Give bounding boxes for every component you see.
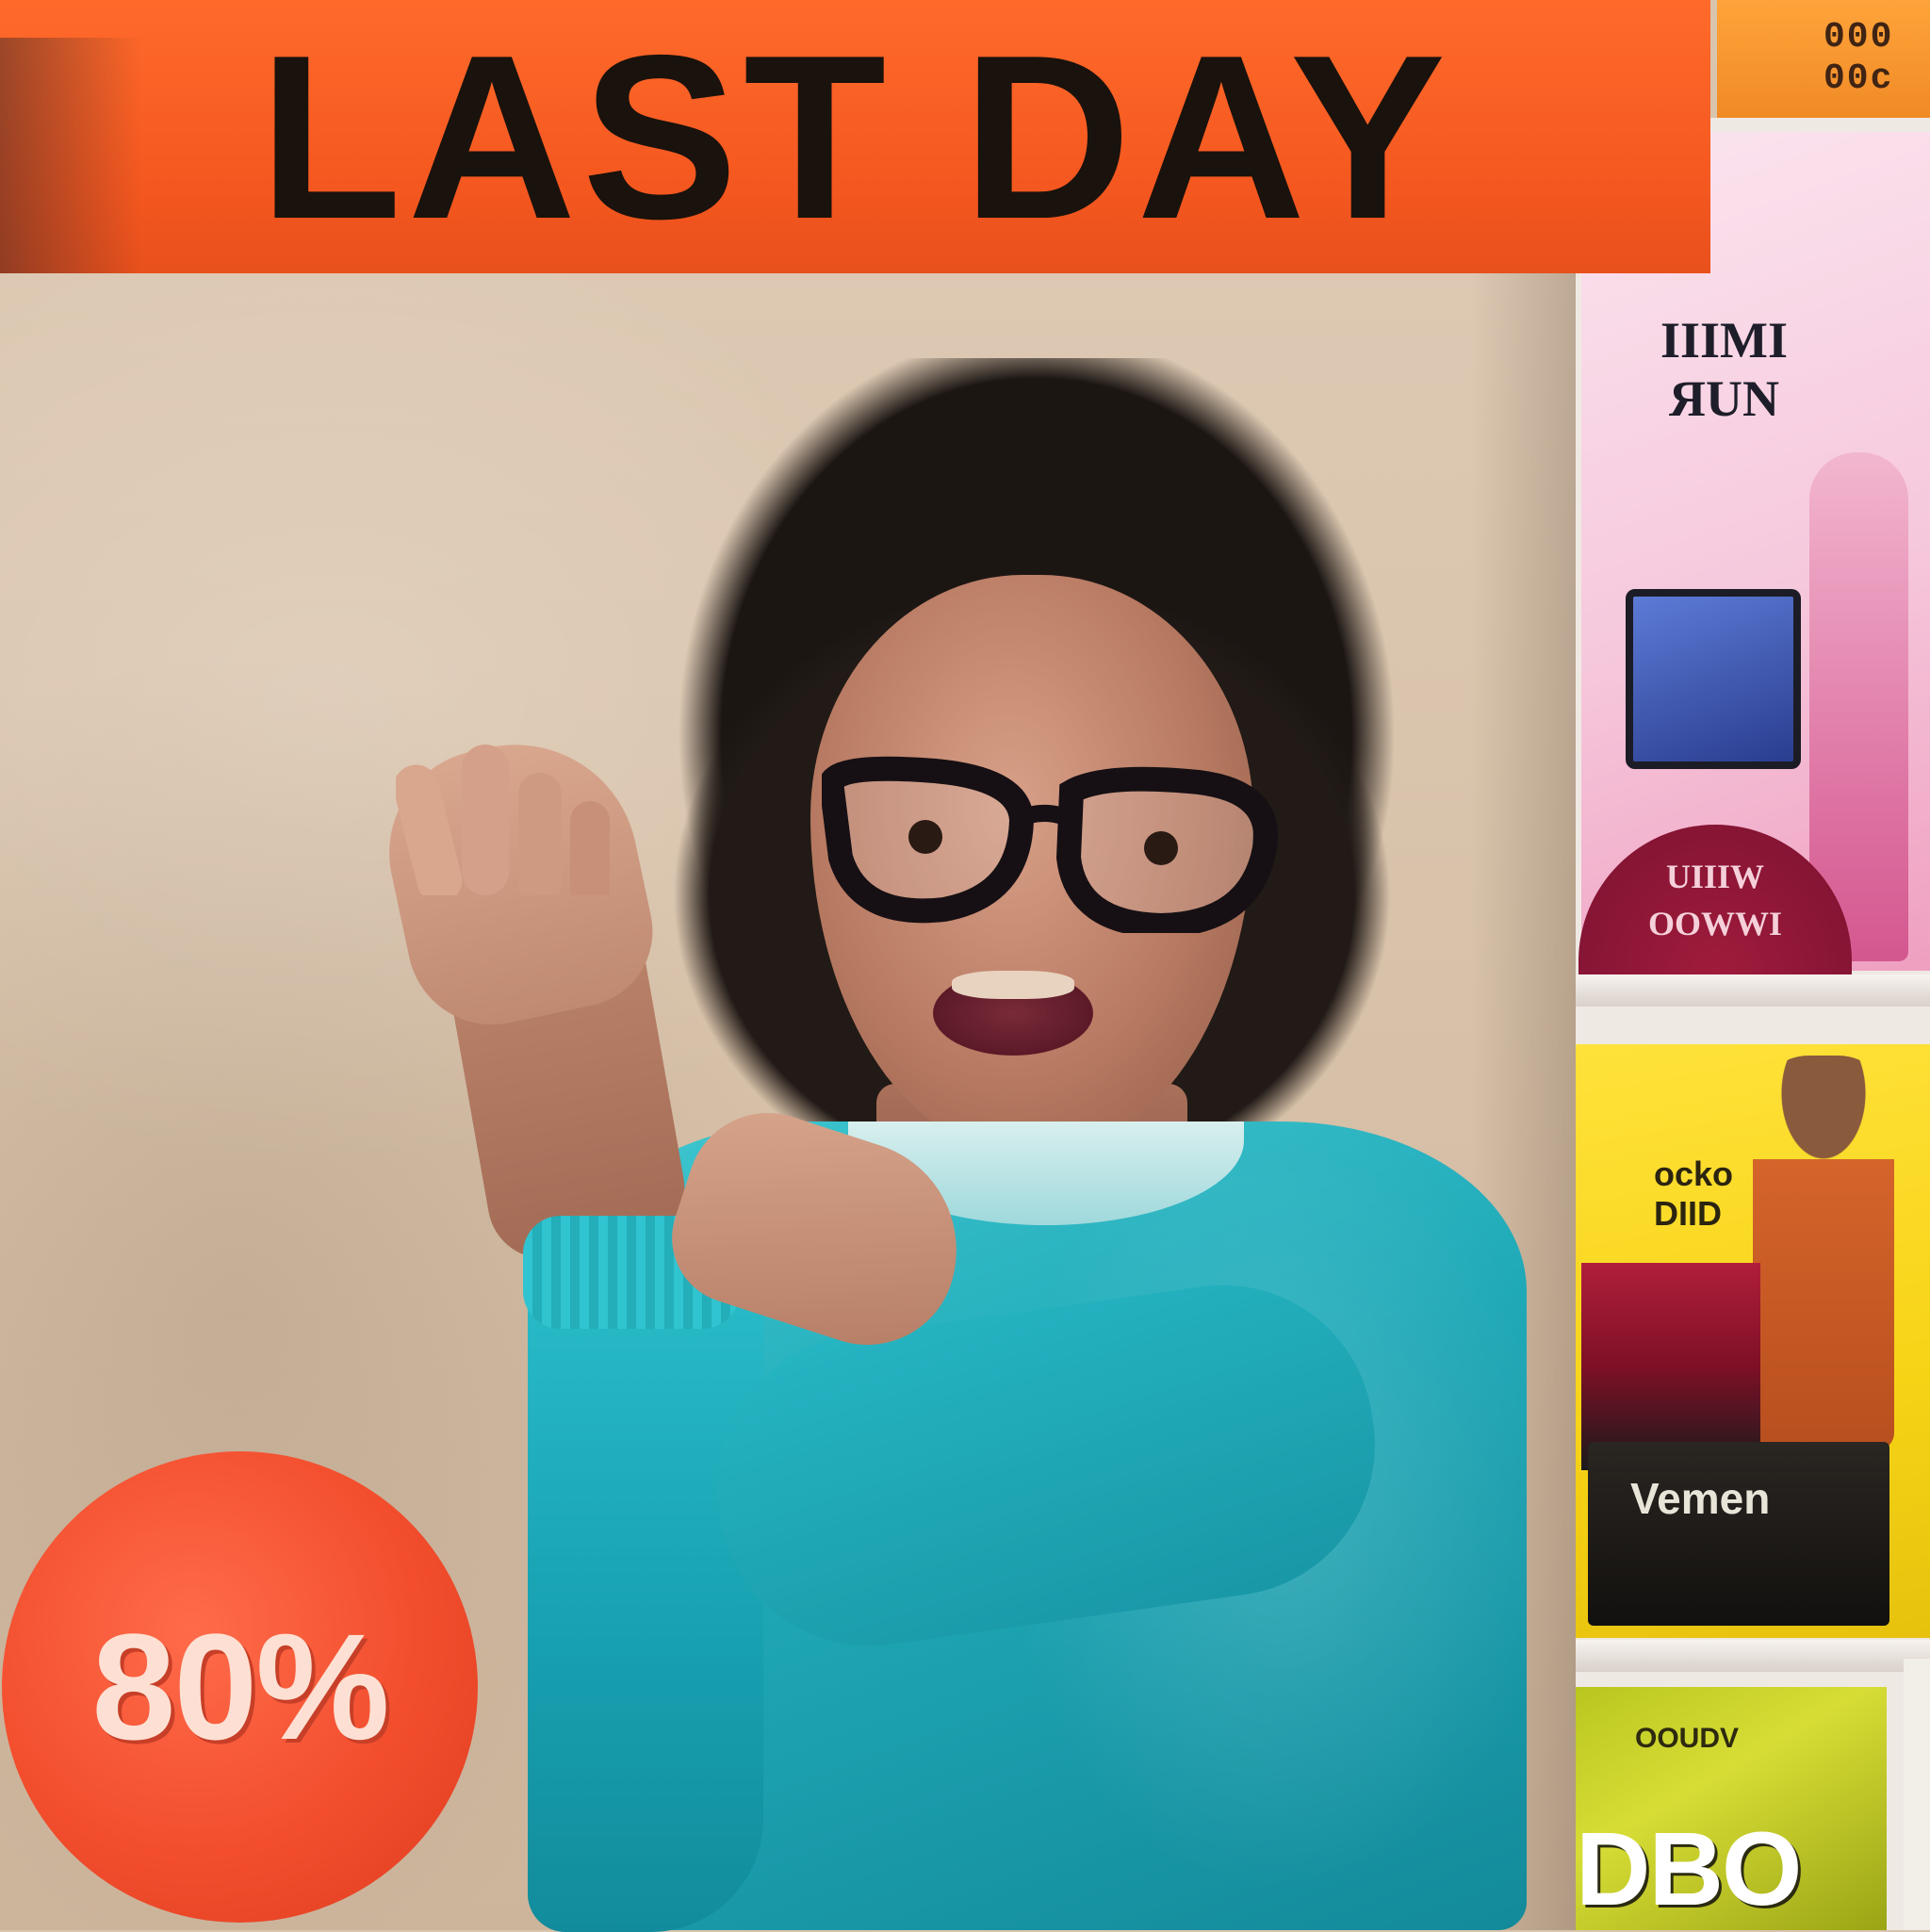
fingers-icon (396, 745, 610, 895)
banner-stub-text: 000 00c (1824, 17, 1894, 99)
teeth (952, 971, 1074, 999)
discount-percent: 80% (91, 1602, 389, 1771)
photo-scene: IIIMI ЯUN UIIIW OOWWI ocko DIID Vemen OO… (0, 0, 1930, 1932)
banner-headline: LAST DAY (258, 6, 1452, 268)
glasses-icon (822, 756, 1279, 933)
discount-sticker: 80% (2, 1451, 478, 1923)
sale-banner: LAST DAY (0, 0, 1710, 273)
